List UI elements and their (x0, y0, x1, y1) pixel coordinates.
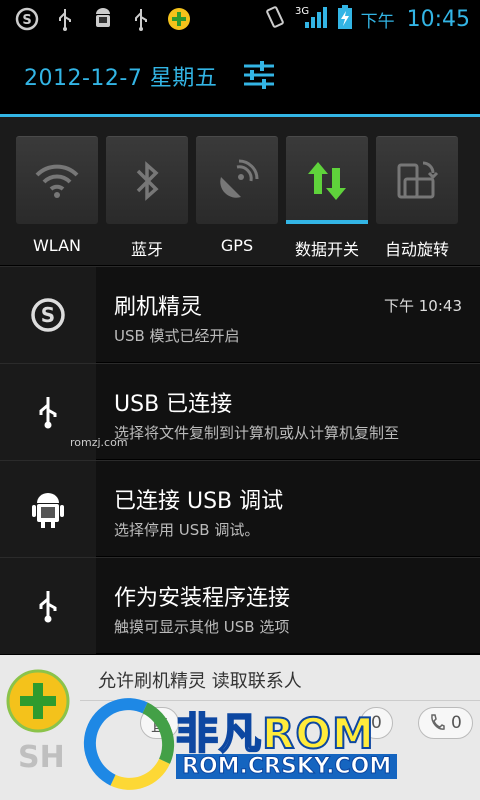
data-arrows-icon (308, 161, 346, 200)
toggle-gps-tile[interactable] (196, 136, 278, 224)
notification-subtitle: 选择将文件复制到计算机或从计算机复制至 (114, 424, 400, 442)
toggle-wlan-tile[interactable] (16, 136, 98, 224)
clock-ampm: 下午 (360, 11, 395, 32)
toggle-wlan-label: WLAN (32, 236, 81, 255)
wifi-icon (35, 164, 79, 198)
360-plus-icon (166, 6, 192, 32)
brand-title-rom: ROM (261, 708, 375, 759)
toggle-rotate[interactable]: 自动旋转 (376, 136, 458, 260)
toggle-gps-label: GPS (220, 236, 254, 255)
battery-charging-icon (337, 4, 353, 34)
notification-title: 刷机精灵 (114, 295, 203, 320)
notification-usb-connected[interactable]: USB 已连接 选择将文件复制到计算机或从计算机复制至 romzj.com (0, 363, 480, 460)
settings-button[interactable] (240, 56, 278, 94)
notification-usb-debug[interactable]: 已连接 USB 调试 选择停用 USB 调试。 (0, 460, 480, 557)
count-value: 0 (451, 713, 462, 733)
brand-watermark: 非凡ROM ROM.CRSKY.COM (70, 685, 410, 800)
notification-title: 已连接 USB 调试 (114, 489, 284, 514)
notification-header: 2012-12-7 星期五 (0, 38, 480, 114)
notification-flash-genie[interactable]: S 刷机精灵 USB 模式已经开启 下午 10:43 (0, 266, 480, 363)
toggle-rotate-label: 自动旋转 (384, 240, 449, 259)
usb-icon (39, 397, 57, 429)
toggle-bluetooth[interactable]: 蓝牙 (106, 136, 188, 260)
toggle-bluetooth-tile[interactable] (106, 136, 188, 224)
toggle-rotate-tile[interactable] (376, 136, 458, 224)
clock-time: 10:45 (406, 6, 470, 32)
toggle-data[interactable]: 数据开关 (286, 136, 368, 260)
toggle-data-label: 数据开关 (294, 240, 359, 259)
svg-text:S: S (41, 303, 55, 327)
status-bar: S 3G 下午 10:45 (0, 0, 480, 38)
svg-text:3G: 3G (295, 6, 309, 17)
usb-icon (128, 6, 154, 32)
romzj-watermark: romzj.com (70, 436, 128, 449)
notification-time: 下午 10:43 (384, 297, 462, 315)
toggle-wlan[interactable]: WLAN (16, 136, 98, 255)
signal-icon: 3G (295, 4, 329, 34)
sliders-icon (244, 61, 274, 89)
android-debug-icon (90, 6, 116, 32)
toggle-bluetooth-label: 蓝牙 (130, 240, 163, 259)
brand-url: ROM.CRSKY.COM (176, 754, 398, 780)
360-shield-icon: S (14, 6, 40, 32)
usb-icon (52, 6, 78, 32)
notification-installer[interactable]: 作为安装程序连接 触摸可显示其他 USB 选项 (0, 557, 480, 654)
notification-title: USB 已连接 (114, 392, 233, 417)
notification-icon-container (0, 461, 96, 557)
brand-title-cn: 非凡 (175, 708, 263, 759)
notification-subtitle: 触摸可显示其他 USB 选项 (114, 618, 290, 636)
toggle-gps[interactable]: GPS (196, 136, 278, 255)
notification-icon-container: S (0, 267, 96, 363)
phone-icon (431, 714, 445, 730)
360-plus-icon (6, 669, 70, 733)
notification-subtitle: 选择停用 USB 调试。 (114, 521, 260, 539)
rotate-icon (397, 161, 439, 198)
date-text: 2012-12-7 星期五 (24, 66, 218, 91)
call-count-pill[interactable]: 0 (418, 707, 473, 739)
notification-subtitle: USB 模式已经开启 (114, 327, 240, 345)
brand-title: 非凡ROM (175, 700, 375, 761)
brand-ring-icon (70, 685, 188, 800)
notification-title: 作为安装程序连接 (114, 586, 291, 611)
svg-text:S: S (22, 13, 31, 28)
vibrate-icon (263, 4, 287, 34)
android-debug-icon (32, 493, 64, 528)
360-shield-icon: S (31, 298, 65, 332)
corner-watermark: SH (18, 740, 65, 775)
quick-toggles: WLAN 蓝牙 GPS 数据开关 自动旋转 (0, 117, 480, 265)
notification-icon-container (0, 558, 96, 654)
bluetooth-icon (136, 160, 159, 201)
toggle-data-tile[interactable] (286, 136, 368, 224)
usb-icon (39, 591, 57, 623)
gps-icon (220, 159, 259, 198)
